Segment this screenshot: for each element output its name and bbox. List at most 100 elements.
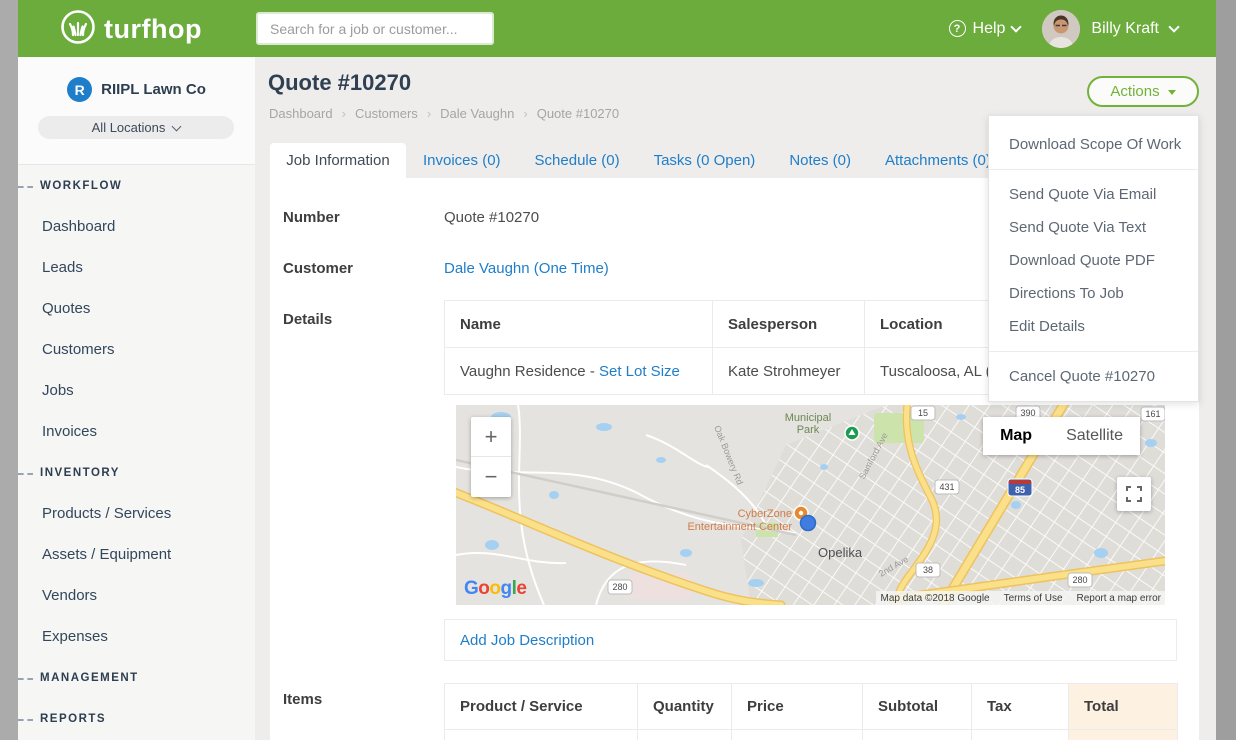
poi-label-line2: Entertainment Center — [687, 521, 792, 533]
items-col-subtotal: Subtotal — [863, 684, 972, 730]
section-dash-icon — [18, 719, 33, 721]
zoom-out-button[interactable]: − — [471, 457, 511, 497]
tab-job-information[interactable]: Job Information — [270, 143, 406, 178]
terms-of-use-link[interactable]: Terms of Use — [1004, 593, 1063, 604]
zoom-in-button[interactable]: + — [471, 417, 511, 457]
actions-button[interactable]: Actions — [1087, 76, 1199, 107]
sidebar-item-jobs[interactable]: Jobs — [18, 370, 255, 411]
main-content: Quote #10270 Dashboard › Customers › Dal… — [255, 57, 1216, 740]
menu-item-download-quote-pdf[interactable]: Download Quote PDF — [989, 244, 1198, 277]
tab-invoices[interactable]: Invoices (0) — [406, 143, 518, 178]
avatar — [1042, 10, 1080, 48]
sidebar-item-quotes[interactable]: Quotes — [18, 288, 255, 329]
items-cell — [638, 730, 732, 740]
route-shield-38: 38 — [923, 565, 933, 575]
report-map-error-link[interactable]: Report a map error — [1077, 593, 1161, 604]
items-cell-total — [1069, 730, 1178, 740]
google-letter: o — [489, 578, 500, 599]
map-type-map-button[interactable]: Map — [983, 427, 1049, 445]
menu-item-edit-details[interactable]: Edit Details — [989, 310, 1198, 343]
sidebar-section-reports[interactable]: REPORTS — [18, 698, 255, 739]
user-menu[interactable]: Billy Kraft — [1042, 10, 1178, 48]
user-name: Billy Kraft — [1091, 20, 1159, 38]
job-description-box: Add Job Description — [444, 619, 1177, 661]
details-col-salesperson: Salesperson — [713, 301, 865, 348]
sidebar-section-management[interactable]: MANAGEMENT — [18, 657, 255, 698]
city-label: Opelika — [818, 545, 863, 560]
help-label: Help — [973, 20, 1006, 38]
window-edge-left — [0, 0, 18, 740]
app-window: turfhop ? Help Billy Kraft — [0, 0, 1236, 740]
help-icon: ? — [949, 20, 966, 37]
map-type-satellite-button[interactable]: Satellite — [1049, 427, 1140, 445]
breadcrumb-customers[interactable]: Customers — [355, 106, 418, 121]
breadcrumb-dashboard[interactable]: Dashboard — [269, 106, 333, 121]
menu-item-cancel-quote[interactable]: Cancel Quote #10270 — [989, 360, 1198, 393]
map-data-credit: Map data ©2018 Google — [880, 593, 989, 604]
map-attribution: Map data ©2018 Google Terms of Use Repor… — [876, 591, 1165, 605]
tab-notes[interactable]: Notes (0) — [772, 143, 868, 178]
sidebar-company-block: R RIIPL Lawn Co All Locations — [18, 57, 255, 165]
google-logo: Google — [464, 578, 526, 600]
section-dash-icon — [18, 186, 33, 188]
breadcrumb-current: Quote #10270 — [537, 106, 619, 121]
google-letter: e — [516, 578, 526, 599]
tab-attachments[interactable]: Attachments (0) — [868, 143, 1008, 178]
items-cell — [445, 730, 638, 740]
items-cell — [732, 730, 863, 740]
section-label: MANAGEMENT — [40, 672, 139, 684]
actions-button-label: Actions — [1110, 83, 1159, 100]
sidebar-item-products-services[interactable]: Products / Services — [18, 493, 255, 534]
map-zoom-control: + − — [471, 417, 511, 497]
location-selector-label: All Locations — [92, 120, 166, 135]
customer-link[interactable]: Dale Vaughn (One Time) — [444, 260, 609, 277]
number-value: Quote #10270 — [444, 209, 539, 226]
chevron-down-icon — [1011, 21, 1022, 32]
items-cell — [863, 730, 972, 740]
help-menu[interactable]: ? Help — [949, 20, 1021, 38]
sidebar-item-customers[interactable]: Customers — [18, 329, 255, 370]
sidebar-nav: WORKFLOW Dashboard Leads Quotes Customer… — [18, 165, 255, 739]
sidebar-item-invoices[interactable]: Invoices — [18, 411, 255, 452]
tab-tasks[interactable]: Tasks (0 Open) — [637, 143, 773, 178]
search-input[interactable] — [256, 12, 494, 45]
tab-schedule[interactable]: Schedule (0) — [518, 143, 637, 178]
menu-item-directions-to-job[interactable]: Directions To Job — [989, 277, 1198, 310]
page-title: Quote #10270 — [268, 70, 411, 96]
sidebar-item-vendors[interactable]: Vendors — [18, 575, 255, 616]
turfhop-grass-icon — [60, 9, 96, 50]
sidebar-item-leads[interactable]: Leads — [18, 247, 255, 288]
fullscreen-button[interactable] — [1117, 477, 1151, 511]
brand-logo[interactable]: turfhop — [60, 9, 202, 50]
company-name: RIIPL Lawn Co — [101, 81, 206, 98]
menu-item-send-quote-via-email[interactable]: Send Quote Via Email — [989, 178, 1198, 211]
sidebar-item-expenses[interactable]: Expenses — [18, 616, 255, 657]
menu-item-send-quote-via-text[interactable]: Send Quote Via Text — [989, 211, 1198, 244]
breadcrumb-customer-name[interactable]: Dale Vaughn — [440, 106, 514, 121]
tab-bar: Job Information Invoices (0) Schedule (0… — [270, 143, 1008, 178]
sidebar: R RIIPL Lawn Co All Locations WORKFLOW D… — [18, 57, 255, 740]
add-job-description-link[interactable]: Add Job Description — [460, 632, 594, 649]
scrollbar-track[interactable] — [1216, 0, 1236, 740]
customer-label: Customer — [283, 260, 353, 277]
menu-item-download-scope-of-work[interactable]: Download Scope Of Work — [989, 128, 1198, 161]
park-label-line2: Park — [797, 424, 820, 436]
breadcrumb-separator: › — [342, 106, 346, 121]
items-cell — [972, 730, 1069, 740]
map-widget[interactable]: 15 390 161 431 38 280 280 85 — [456, 405, 1165, 605]
location-selector[interactable]: All Locations — [38, 116, 234, 139]
section-label: INVENTORY — [40, 467, 120, 479]
set-lot-size-link[interactable]: Set Lot Size — [599, 363, 680, 380]
route-shield-280-west: 280 — [612, 582, 627, 592]
map-type-control: Map Satellite — [983, 417, 1140, 455]
company-badge: R — [67, 77, 92, 102]
poi-label-line1: CyberZone — [738, 508, 792, 520]
park-label-line1: Municipal — [785, 412, 831, 424]
number-label: Number — [283, 209, 340, 226]
google-letter: g — [501, 578, 512, 599]
sidebar-item-dashboard[interactable]: Dashboard — [18, 206, 255, 247]
sidebar-item-assets-equipment[interactable]: Assets / Equipment — [18, 534, 255, 575]
items-label: Items — [283, 691, 322, 708]
brand-name: turfhop — [104, 14, 202, 45]
menu-divider — [989, 169, 1198, 170]
